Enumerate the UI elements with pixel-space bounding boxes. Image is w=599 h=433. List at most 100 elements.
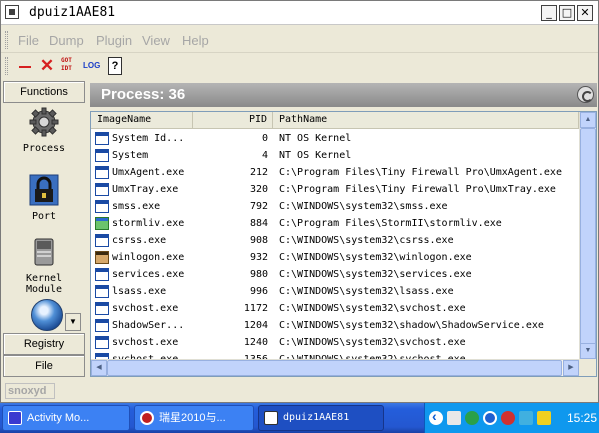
log-icon[interactable]: LOG — [83, 57, 103, 75]
table-row[interactable]: csrss.exe 908 C:\WINDOWS\system32\csrss.ex… — [91, 232, 579, 249]
process-header: Process: 36 — [90, 83, 597, 107]
table-row[interactable]: smss.exe 792 C:\WINDOWS\system32\smss.exe — [91, 198, 579, 215]
table-row[interactable]: UmxTray.exe 320 C:\Program Files\Tiny Fire… — [91, 181, 579, 198]
menu-dump[interactable]: Dump — [49, 33, 84, 48]
process-function[interactable]: Process — [3, 107, 85, 154]
menu-plugin[interactable]: Plugin — [96, 33, 132, 48]
table-row[interactable]: System 4 NT OS Kernel — [91, 147, 579, 164]
kernel-module-function[interactable]: Kernel Module — [3, 237, 85, 295]
process-label: Process — [22, 143, 66, 154]
taskbar-item-dpuiz[interactable]: dpuiz1AAE81 — [258, 405, 384, 431]
menu-bar: File Dump Plugin View Help — [1, 27, 598, 53]
tray-shield-icon[interactable] — [537, 411, 551, 425]
functions-tab[interactable]: Functions — [3, 81, 85, 103]
cell-pid: 884 — [249, 218, 268, 229]
tray-network-icon[interactable] — [465, 411, 479, 425]
cell-pathname: C:\Program Files\StormII\stormliv.exe — [279, 218, 502, 229]
table-header: ImageName PID PathName — [91, 112, 579, 129]
cell-imagename: System Id... — [112, 133, 185, 144]
help-icon[interactable]: ? — [108, 57, 122, 75]
minus-icon[interactable] — [17, 57, 33, 75]
clock[interactable]: 15:25 — [567, 411, 597, 425]
tray-umbrella-icon[interactable] — [519, 411, 533, 425]
table-row[interactable]: svchost.exe 1172 C:\WINDOWS\system32\svcho… — [91, 300, 579, 317]
cell-pathname: C:\WINDOWS\system32\services.exe — [279, 269, 472, 280]
taskbar-item-activity-monitor[interactable]: Activity Mo... — [2, 405, 130, 431]
minimize-button[interactable]: _ — [541, 5, 557, 21]
cell-pid: 4 — [261, 150, 268, 161]
menu-file[interactable]: File — [18, 33, 39, 48]
column-header-imagename[interactable]: ImageName — [91, 112, 193, 129]
table-row[interactable]: svchost.exe 1240 C:\WINDOWS\system32\svcho… — [91, 334, 579, 351]
cell-imagename: UmxTray.exe — [112, 184, 179, 195]
close-icon[interactable]: ✕ — [39, 57, 55, 75]
process-icon — [95, 234, 109, 247]
cell-imagename: lsass.exe — [112, 286, 167, 297]
cell-pid: 1240 — [243, 337, 268, 348]
cell-imagename: winlogon.exe — [112, 252, 185, 263]
process-icon — [95, 285, 109, 298]
goto-idt-icon[interactable]: GOT IDT — [61, 57, 77, 75]
cell-pid: 212 — [249, 167, 268, 178]
cell-pathname: C:\Program Files\Tiny Firewall Pro\UmxAg… — [279, 167, 562, 178]
tray-expand-icon[interactable] — [429, 408, 443, 425]
function-icons: Process Port Kernel Module ▼ — [3, 103, 85, 333]
table-row[interactable]: services.exe 980 C:\WINDOWS\system32\servi… — [91, 266, 579, 283]
table-row[interactable]: ShadowSer... 1204 C:\WINDOWS\system32\shad… — [91, 317, 579, 334]
port-function[interactable]: Port — [3, 173, 85, 222]
tray-antivirus-icon[interactable] — [501, 411, 515, 425]
file-tab[interactable]: File — [3, 355, 85, 377]
column-header-pid[interactable]: PID — [193, 112, 273, 129]
toolbar: ✕ GOT IDT LOG ? — [1, 53, 598, 79]
title-bar[interactable]: dpuiz1AAE81 _ □ ✕ — [1, 1, 598, 25]
column-header-pathname[interactable]: PathName — [273, 112, 579, 129]
cell-imagename: csrss.exe — [112, 235, 167, 246]
vertical-scroll-thumb[interactable] — [580, 128, 596, 352]
cell-pathname: NT OS Kernel — [279, 133, 352, 144]
hard-disk-icon — [34, 238, 54, 266]
scroll-down-button[interactable]: ▼ — [580, 343, 596, 359]
taskbar-item-rising[interactable]: 瑞星2010与... — [134, 405, 254, 431]
status-bar: snoxyd — [3, 381, 597, 401]
functions-dropdown-button[interactable]: ▼ — [65, 313, 81, 331]
table-row[interactable]: winlogon.exe 932 C:\WINDOWS\system32\winlo… — [91, 249, 579, 266]
horizontal-scroll-thumb[interactable] — [107, 360, 562, 376]
maximize-button[interactable]: □ — [559, 5, 575, 21]
table-body: System Id... 0 NT OS Kernel System 4 NT OS Ke… — [91, 130, 579, 368]
gear-icon — [29, 107, 59, 137]
cell-imagename: svchost.exe — [112, 337, 179, 348]
table-row[interactable]: UmxAgent.exe 212 C:\Program Files\Tiny Fir… — [91, 164, 579, 181]
table-row[interactable]: stormliv.exe 884 C:\Program Files\StormII\… — [91, 215, 579, 232]
table-row[interactable]: lsass.exe 996 C:\WINDOWS\system32\lsass.ex… — [91, 283, 579, 300]
horizontal-scrollbar[interactable]: ◀ ▶ — [91, 359, 579, 376]
cell-pid: 996 — [249, 286, 268, 297]
menu-view[interactable]: View — [142, 33, 170, 48]
registry-tab[interactable]: Registry — [3, 333, 85, 355]
process-icon — [95, 149, 109, 162]
scroll-left-button[interactable]: ◀ — [91, 360, 107, 376]
tray-firewall-icon[interactable] — [483, 411, 497, 425]
toolbar-grip[interactable] — [5, 57, 8, 75]
scroll-up-button[interactable]: ▲ — [580, 112, 596, 128]
tray-app-icon[interactable] — [447, 411, 461, 425]
close-window-button[interactable]: ✕ — [577, 5, 593, 21]
scroll-right-button[interactable]: ▶ — [563, 360, 579, 376]
cell-pid: 1172 — [243, 303, 268, 314]
cell-imagename: stormliv.exe — [112, 218, 185, 229]
process-icon — [95, 166, 109, 179]
globe-icon[interactable] — [31, 299, 63, 331]
menubar-grip[interactable] — [5, 31, 8, 49]
taskbar: Activity Mo... 瑞星2010与... dpuiz1AAE81 15… — [0, 403, 599, 433]
goto-label-1: GOT — [61, 57, 72, 64]
process-icon — [95, 336, 109, 349]
table-row[interactable]: System Id... 0 NT OS Kernel — [91, 130, 579, 147]
menu-help[interactable]: Help — [182, 33, 209, 48]
vertical-scrollbar[interactable]: ▲ ▼ — [579, 112, 596, 359]
process-icon — [95, 319, 109, 332]
cell-pid: 320 — [249, 184, 268, 195]
cell-imagename: smss.exe — [112, 201, 161, 212]
refresh-icon[interactable] — [577, 86, 594, 103]
status-text: snoxyd — [5, 383, 55, 399]
function-panel: Functions Process Port Kernel Module ▼ R… — [3, 81, 85, 377]
cell-pathname: C:\WINDOWS\system32\shadow\ShadowService… — [279, 320, 544, 331]
